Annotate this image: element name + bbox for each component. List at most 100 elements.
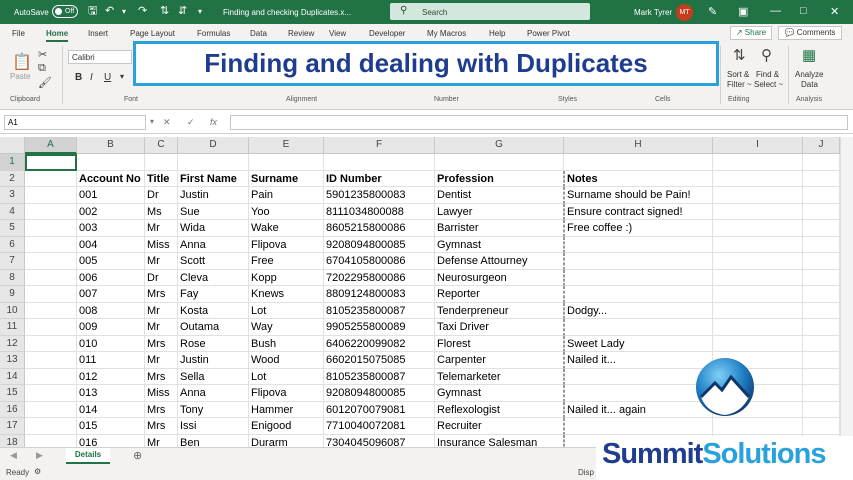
empty-cell[interactable]	[145, 154, 178, 171]
empty-cell[interactable]	[25, 385, 77, 402]
find-select-label2[interactable]: Select ~	[754, 80, 783, 89]
empty-cell[interactable]	[25, 319, 77, 336]
empty-cell[interactable]	[713, 269, 803, 286]
table-cell[interactable]: Outama	[178, 319, 249, 336]
analyze-data-label[interactable]: Analyze	[795, 70, 823, 79]
empty-cell[interactable]	[249, 154, 324, 171]
tab-file[interactable]: File	[12, 29, 25, 38]
table-cell[interactable]: Mrs	[145, 401, 178, 418]
table-cell[interactable]: Mrs	[145, 286, 178, 303]
insert-function-icon[interactable]: fx	[210, 117, 217, 127]
row-header[interactable]: 15	[0, 385, 25, 402]
column-header-a[interactable]: A	[25, 137, 77, 154]
empty-cell[interactable]	[713, 170, 803, 187]
table-cell[interactable]: 8105235800087	[324, 368, 435, 385]
table-cell[interactable]: 6012070079081	[324, 401, 435, 418]
table-cell[interactable]: Telemarketer	[435, 368, 564, 385]
tab-home[interactable]: Home	[46, 29, 69, 42]
table-cell[interactable]: Kosta	[178, 302, 249, 319]
column-header-j[interactable]: J	[803, 137, 840, 154]
table-cell[interactable]: 006	[77, 269, 145, 286]
table-cell[interactable]: Recruiter	[435, 418, 564, 435]
column-header-e[interactable]: E	[249, 137, 324, 154]
empty-cell[interactable]	[25, 220, 77, 237]
table-cell[interactable]: 6704105800086	[324, 253, 435, 270]
save-icon[interactable]: 🖫	[88, 5, 97, 18]
tab-my-macros[interactable]: My Macros	[427, 29, 466, 38]
formula-input[interactable]	[230, 115, 848, 130]
table-cell[interactable]: Gymnast	[435, 236, 564, 253]
name-box-dropdown-icon[interactable]: ▾	[150, 117, 154, 126]
table-cell[interactable]: Mr	[145, 319, 178, 336]
empty-cell[interactable]	[25, 368, 77, 385]
table-cell[interactable]: 8605215800086	[324, 220, 435, 237]
table-cell[interactable]: Insurance Salesman	[435, 434, 564, 447]
table-cell[interactable]: Nailed it... again	[564, 401, 713, 418]
tab-insert[interactable]: Insert	[88, 29, 108, 38]
comments-button[interactable]: 💬 Comments	[778, 26, 842, 40]
table-cell[interactable]: Barrister	[435, 220, 564, 237]
table-cell[interactable]	[564, 269, 713, 286]
table-cell[interactable]: Tony	[178, 401, 249, 418]
table-cell[interactable]: Florest	[435, 335, 564, 352]
redo-icon[interactable]: ↷	[138, 5, 147, 18]
table-cell[interactable]: Reflexologist	[435, 401, 564, 418]
empty-cell[interactable]	[25, 335, 77, 352]
empty-cell[interactable]	[803, 335, 840, 352]
row-header[interactable]: 2	[0, 170, 25, 187]
name-box[interactable]: A1	[4, 115, 146, 130]
tab-help[interactable]: Help	[489, 29, 505, 38]
header-cell[interactable]: Title	[145, 170, 178, 187]
table-cell[interactable]: 013	[77, 385, 145, 402]
empty-cell[interactable]	[803, 368, 840, 385]
empty-cell[interactable]	[178, 154, 249, 171]
table-cell[interactable]	[564, 253, 713, 270]
table-cell[interactable]: 9208094800085	[324, 385, 435, 402]
empty-cell[interactable]	[25, 269, 77, 286]
table-cell[interactable]: 8111034800088	[324, 203, 435, 220]
table-cell[interactable]: Issi	[178, 418, 249, 435]
table-cell[interactable]: Defense Attourney	[435, 253, 564, 270]
analyze-data-label2[interactable]: Data	[801, 80, 818, 89]
table-cell[interactable]: Wood	[249, 352, 324, 369]
table-cell[interactable]: Mrs	[145, 418, 178, 435]
maximize-icon[interactable]: □	[800, 5, 807, 17]
table-cell[interactable]: 008	[77, 302, 145, 319]
minimize-icon[interactable]: —	[770, 5, 781, 17]
table-cell[interactable]: Sella	[178, 368, 249, 385]
empty-cell[interactable]	[803, 269, 840, 286]
table-cell[interactable]: 007	[77, 286, 145, 303]
row-header[interactable]: 7	[0, 253, 25, 270]
table-cell[interactable]: 012	[77, 368, 145, 385]
table-cell[interactable]: Hammer	[249, 401, 324, 418]
table-cell[interactable]: 015	[77, 418, 145, 435]
table-cell[interactable]: Dodgy...	[564, 302, 713, 319]
table-cell[interactable]: Knews	[249, 286, 324, 303]
table-cell[interactable]: Ensure contract signed!	[564, 203, 713, 220]
table-cell[interactable]: Way	[249, 319, 324, 336]
table-cell[interactable]: Justin	[178, 352, 249, 369]
table-cell[interactable]: Wida	[178, 220, 249, 237]
table-cell[interactable]: Surname should be Pain!	[564, 187, 713, 204]
table-cell[interactable]: 9208094800085	[324, 236, 435, 253]
header-cell[interactable]: Profession	[435, 170, 564, 187]
row-header[interactable]: 11	[0, 319, 25, 336]
empty-cell[interactable]	[803, 203, 840, 220]
empty-cell[interactable]	[25, 236, 77, 253]
active-cell[interactable]	[25, 154, 77, 171]
empty-cell[interactable]	[803, 319, 840, 336]
table-cell[interactable]: Mr	[145, 253, 178, 270]
table-cell[interactable]: Flipova	[249, 385, 324, 402]
table-cell[interactable]: Rose	[178, 335, 249, 352]
italic-icon[interactable]: I	[90, 72, 93, 83]
table-cell[interactable]: Mr	[145, 220, 178, 237]
empty-cell[interactable]	[803, 187, 840, 204]
table-cell[interactable]: Miss	[145, 385, 178, 402]
empty-cell[interactable]	[25, 203, 77, 220]
column-header-h[interactable]: H	[564, 137, 713, 154]
table-cell[interactable]: Kopp	[249, 269, 324, 286]
table-cell[interactable]: 7710040072081	[324, 418, 435, 435]
table-cell[interactable]: Sweet Lady	[564, 335, 713, 352]
cut-icon[interactable]: ✂	[38, 48, 47, 61]
table-cell[interactable]: 7202295800086	[324, 269, 435, 286]
